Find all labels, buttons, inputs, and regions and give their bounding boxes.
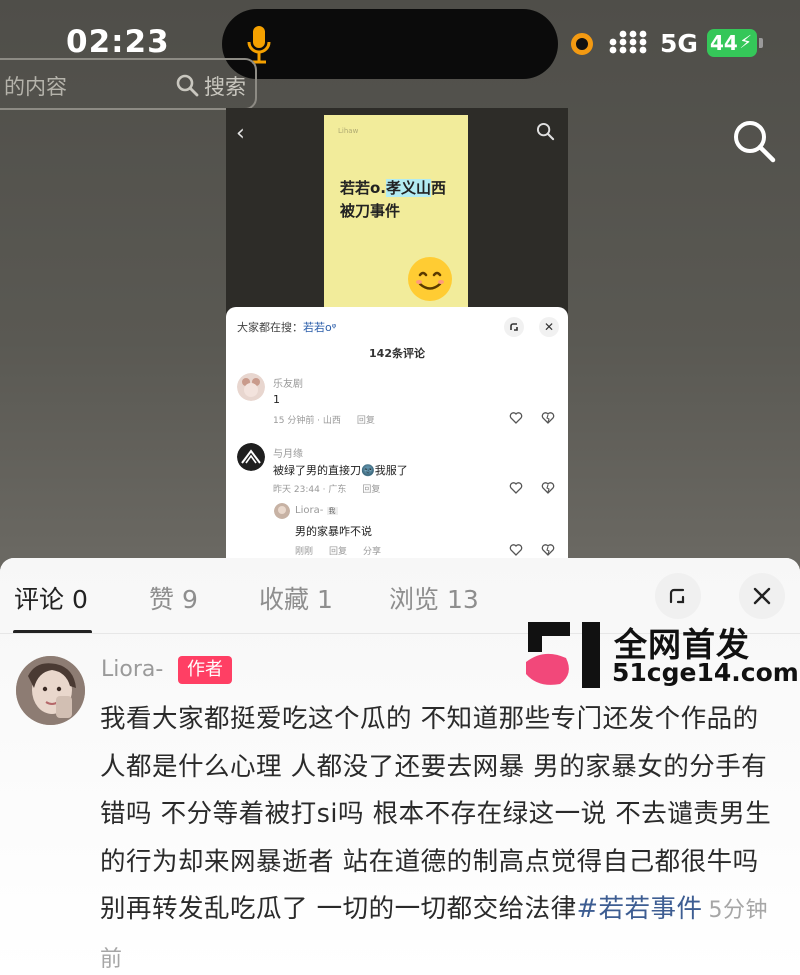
signal-bars-icon [609, 30, 647, 54]
comment-text: 被绿了男的直接刀🌚我服了 [273, 464, 408, 477]
search-box[interactable]: 的内容 搜索 [0, 58, 257, 110]
close-icon [753, 587, 771, 605]
smile-emoji-icon [408, 257, 452, 301]
comment-text: 1 [273, 393, 280, 406]
comment-user: 与月缘 [273, 449, 303, 460]
expand-icon [669, 588, 685, 604]
status-time: 02:23 [66, 24, 170, 60]
comment-text: 我看大家都挺爱吃这个瓜的 不知道那些专门还发个作品的人都是什么心理 人都没了还要… [100, 704, 772, 972]
avatar [237, 373, 265, 401]
search-hint: 大家都在搜：若若oᵠ [237, 321, 337, 334]
like-icon [509, 544, 523, 556]
like-icon [509, 482, 523, 494]
tab-likes[interactable]: 赞 9 [149, 580, 198, 616]
search-icon [176, 74, 199, 97]
recording-indicator-icon [571, 33, 593, 55]
embedded-screenshot: ‹ Lihaw 若若o.孝义山西被刀事件 大家都在搜：若若oᵠ ✕ 142条评论… [226, 108, 568, 568]
dynamic-island [222, 9, 558, 79]
dislike-icon [541, 544, 555, 556]
dislike-icon [541, 482, 555, 494]
avatar [274, 503, 290, 519]
search-icon [536, 122, 555, 141]
charging-bolt-icon: ⚡ [739, 32, 752, 53]
battery-icon: 44 ⚡ [707, 29, 757, 57]
reply-user: Liora- 我 [295, 505, 338, 516]
expand-icon [504, 317, 524, 337]
reply-meta: 刚刚 回复 分享 [295, 547, 382, 557]
card-title: 若若o.孝义山西被刀事件 [340, 179, 447, 220]
watermark-logo-icon [526, 622, 600, 688]
battery-cap [759, 38, 763, 48]
card-tag: Lihaw [338, 127, 359, 135]
author-badge: 作者 [178, 656, 232, 684]
reply-text: 男的家暴咋不说 [295, 525, 372, 538]
comment-count: 142条评论 [369, 347, 425, 360]
expand-button[interactable] [655, 573, 701, 619]
comment-meta: 昨天 23:44 · 广东 回复 [273, 485, 381, 495]
hashtag-link[interactable]: #若若事件 [577, 894, 703, 924]
search-button[interactable]: 搜索 [204, 71, 246, 101]
author-name[interactable]: Liora- [101, 657, 163, 682]
tab-comments[interactable]: 评论 0 [14, 580, 88, 616]
tab-favorites[interactable]: 收藏 1 [259, 580, 333, 616]
video-cover-card: Lihaw 若若o.孝义山西被刀事件 [324, 115, 468, 315]
battery-level: 44 [710, 31, 738, 55]
avatar[interactable] [16, 656, 85, 725]
search-placeholder: 的内容 [4, 75, 67, 99]
close-button[interactable] [739, 573, 785, 619]
search-icon[interactable] [731, 118, 777, 164]
close-icon: ✕ [539, 317, 559, 337]
avatar [237, 443, 265, 471]
comment-user: 乐友剧 [273, 379, 303, 390]
like-icon [509, 412, 523, 424]
dislike-icon [541, 412, 555, 424]
comment-meta: 15 分钟前 · 山西 回复 [273, 416, 375, 426]
back-arrow-icon: ‹ [236, 121, 245, 146]
tab-views[interactable]: 浏览 13 [389, 580, 479, 616]
watermark-url: 51cge14.com [612, 658, 799, 687]
network-type: 5G [660, 29, 698, 58]
inner-comment-panel: 大家都在搜：若若oᵠ ✕ 142条评论 乐友剧 1 15 分钟前 · 山西 回复 … [226, 307, 568, 568]
